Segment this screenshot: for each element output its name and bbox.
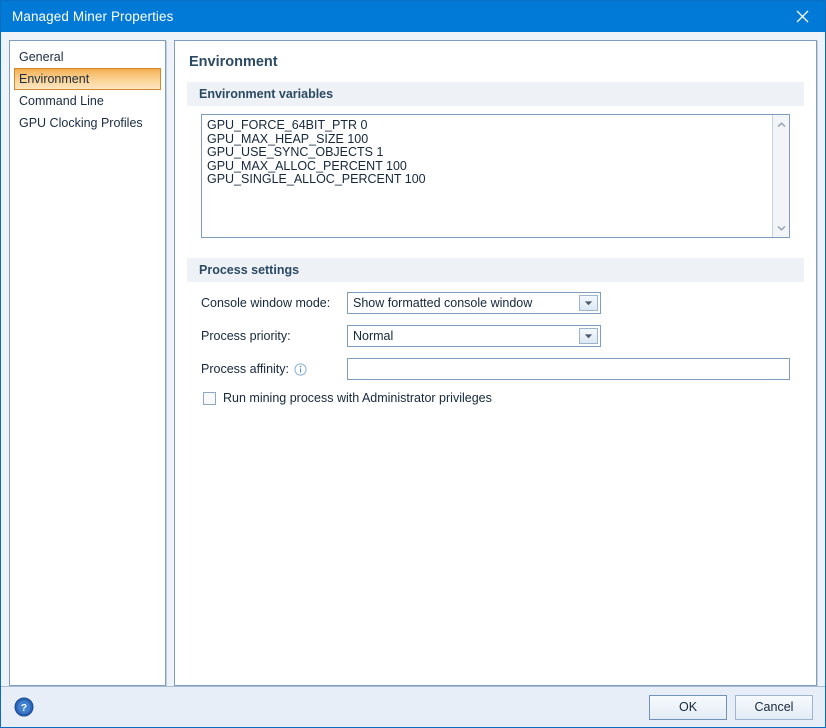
scroll-up-button[interactable] (774, 118, 789, 131)
chevron-down-icon (584, 333, 593, 339)
window-title: Managed Miner Properties (12, 9, 174, 24)
environment-variables-box (201, 114, 790, 238)
title-bar: Managed Miner Properties (1, 1, 825, 32)
close-icon (796, 10, 809, 23)
environment-variables-header: Environment variables (187, 82, 804, 106)
process-priority-label: Process priority: (201, 329, 291, 343)
info-icon[interactable] (294, 362, 307, 376)
chevron-down-icon (584, 300, 593, 306)
process-affinity-input[interactable] (347, 358, 790, 380)
process-affinity-label: Process affinity: (201, 362, 347, 376)
process-priority-value: Normal (353, 329, 394, 343)
dialog-footer: ? OK Cancel (1, 686, 825, 727)
sidebar-item-general[interactable]: General (14, 46, 161, 68)
process-settings-header: Process settings (187, 258, 804, 282)
ok-button[interactable]: OK (649, 694, 727, 720)
properties-dialog: Managed Miner Properties General Environ… (0, 0, 826, 728)
svg-text:?: ? (21, 702, 27, 714)
process-priority-select[interactable]: Normal (347, 325, 601, 347)
console-window-mode-dropdown-button[interactable] (579, 295, 598, 311)
close-button[interactable] (779, 1, 825, 32)
console-window-mode-row: Console window mode: Show formatted cons… (201, 290, 790, 316)
console-window-mode-select[interactable]: Show formatted console window (347, 292, 601, 314)
sidebar-nav: General Environment Command Line GPU Clo… (9, 40, 166, 686)
process-priority-dropdown-button[interactable] (579, 328, 598, 344)
sidebar-item-gpu-clocking-profiles[interactable]: GPU Clocking Profiles (14, 112, 161, 134)
cancel-button[interactable]: Cancel (735, 694, 813, 720)
console-window-mode-value: Show formatted console window (353, 296, 533, 310)
process-affinity-label-text: Process affinity: (201, 362, 290, 376)
sidebar-item-environment[interactable]: Environment (14, 68, 161, 90)
environment-variables-scrollbar[interactable] (772, 115, 789, 237)
process-settings-body: Console window mode: Show formatted cons… (187, 290, 804, 405)
help-icon: ? (14, 697, 34, 717)
chevron-down-icon (776, 225, 786, 231)
dialog-body: General Environment Command Line GPU Clo… (1, 32, 825, 686)
environment-variables-body (187, 114, 804, 238)
run-as-administrator-checkbox[interactable] (203, 391, 216, 405)
run-as-administrator-label: Run mining process with Administrator pr… (223, 391, 492, 405)
scroll-down-button[interactable] (774, 221, 789, 234)
chevron-up-icon (776, 121, 786, 128)
content-panel: Environment Environment variables GPU_FO… (174, 40, 817, 686)
sidebar-item-command-line[interactable]: Command Line (14, 90, 161, 112)
page-title: Environment (189, 54, 278, 70)
run-as-administrator-row[interactable]: Run mining process with Administrator pr… (201, 391, 790, 405)
environment-variables-input[interactable] (202, 115, 772, 237)
process-priority-row: Process priority: Normal (201, 323, 790, 349)
process-affinity-row: Process affinity: (201, 356, 790, 382)
console-window-mode-label: Console window mode: (201, 296, 331, 310)
help-button[interactable]: ? (13, 696, 35, 718)
